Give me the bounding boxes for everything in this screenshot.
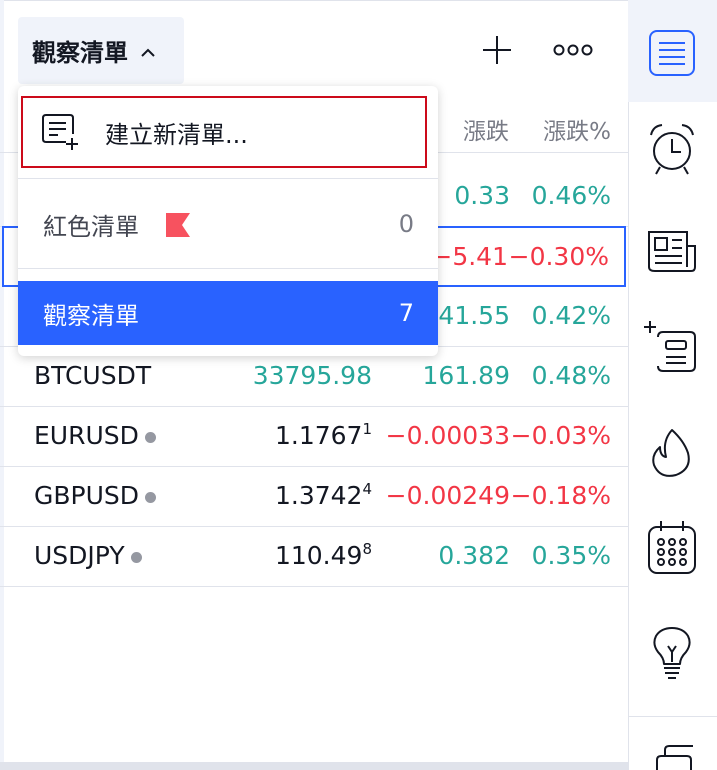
- row-change-pct: −0.30%: [508, 242, 609, 271]
- add-symbol-button[interactable]: [475, 28, 519, 72]
- ideas-toolbar-button[interactable]: [644, 626, 700, 682]
- create-new-list-label: 建立新清單...: [105, 120, 248, 149]
- row-last-price-text: 110.49: [274, 541, 363, 570]
- row-symbol: EURUSD: [34, 407, 156, 465]
- watchlist-title: 觀察清單: [32, 39, 128, 67]
- chevron-up-icon: [138, 41, 158, 61]
- table-row[interactable]: USDJPY 110.498 0.382 0.35%: [0, 527, 628, 587]
- plus-icon: [483, 36, 511, 64]
- row-change-pct: 0.35%: [531, 541, 611, 570]
- table-row[interactable]: GBPUSD 1.37424 −0.00249 −0.18%: [0, 467, 628, 527]
- list-name: 觀察清單: [43, 301, 139, 330]
- chat-toolbar-button[interactable]: [644, 738, 700, 770]
- row-change-pct: 0.42%: [531, 301, 611, 330]
- alerts-toolbar-button[interactable]: [644, 121, 700, 177]
- row-symbol-text: EURUSD: [34, 421, 139, 450]
- news-toolbar-button[interactable]: [644, 225, 700, 281]
- alarm-clock-icon: [650, 124, 694, 175]
- row-change: 0.382: [438, 541, 510, 570]
- row-last-price: 1.37424: [275, 467, 372, 525]
- row-change-pct: −0.18%: [510, 481, 611, 510]
- row-last-price-pip: 8: [362, 540, 372, 558]
- lightbulb-ideas-icon: [653, 627, 691, 679]
- calendar-toolbar-button[interactable]: [644, 520, 700, 576]
- row-last-price-text: 1.3742: [274, 481, 363, 510]
- table-row[interactable]: EURUSD 1.17671 −0.00033 −0.03%: [0, 407, 628, 467]
- market-closed-dot-icon: [130, 551, 142, 563]
- hotlists-toolbar-button[interactable]: [644, 320, 700, 376]
- row-change: 41.55: [438, 301, 510, 330]
- more-dots-icon: [553, 44, 593, 56]
- row-change: 0.33: [454, 181, 510, 210]
- row-change-pct: 0.46%: [531, 181, 611, 210]
- market-closed-dot-icon: [144, 431, 156, 443]
- list-item-red[interactable]: 紅色清單 0: [18, 192, 438, 256]
- row-symbol: USDJPY: [34, 527, 142, 585]
- column-header-change-pct[interactable]: 漲跌%: [543, 112, 611, 146]
- create-new-list-item[interactable]: 建立新清單...: [21, 96, 427, 168]
- news-icon: [648, 231, 696, 272]
- row-last-price-text: 1.1767: [274, 421, 363, 450]
- more-options-button[interactable]: [551, 28, 595, 72]
- list-count: 7: [398, 299, 414, 327]
- row-change-pct: −0.03%: [510, 421, 611, 450]
- row-change: −0.00249: [385, 481, 510, 510]
- row-last-price-pip: 4: [362, 480, 372, 498]
- hotlist-flame-icon: [652, 429, 690, 477]
- row-change: −5.41: [431, 242, 508, 271]
- market-closed-dot-icon: [145, 491, 157, 503]
- horizontal-scrollbar[interactable]: [0, 762, 628, 770]
- table-row[interactable]: BTCUSDT 33795.98 161.89 0.48%: [0, 347, 628, 407]
- list-name: 紅色清單: [43, 212, 139, 241]
- row-last-price: 1.17671: [275, 407, 372, 465]
- menu-divider: [18, 178, 438, 179]
- list-count: 0: [398, 210, 414, 238]
- toolbar-divider: [628, 716, 717, 717]
- add-list-icon: [644, 321, 696, 372]
- row-change-pct: 0.48%: [531, 361, 611, 390]
- row-change: −0.00033: [385, 421, 510, 450]
- row-change: 161.89: [422, 361, 510, 390]
- row-symbol-text: GBPUSD: [34, 481, 140, 510]
- watchlist-title-button[interactable]: 觀察清單: [18, 17, 184, 84]
- row-last-price-pip: 1: [362, 420, 372, 438]
- chat-icon: [656, 745, 693, 770]
- list-item-watchlist[interactable]: 觀察清單 7: [18, 281, 438, 345]
- row-symbol-text: USDJPY: [34, 541, 125, 570]
- menu-divider: [18, 268, 438, 269]
- row-symbol: GBPUSD: [34, 467, 157, 525]
- new-list-icon: [42, 114, 78, 150]
- red-flag-icon: [166, 213, 190, 237]
- hotlist-toolbar-button[interactable]: [644, 424, 700, 480]
- row-last-price: 110.498: [275, 527, 372, 585]
- calendar-icon: [648, 521, 696, 574]
- watchlist-dropdown-menu: 建立新清單... 紅色清單 0 觀察清單 7: [18, 86, 438, 356]
- column-header-change[interactable]: 漲跌: [463, 112, 509, 146]
- watchlist-toolbar-button[interactable]: [644, 25, 700, 81]
- watchlist-icon: [649, 30, 695, 76]
